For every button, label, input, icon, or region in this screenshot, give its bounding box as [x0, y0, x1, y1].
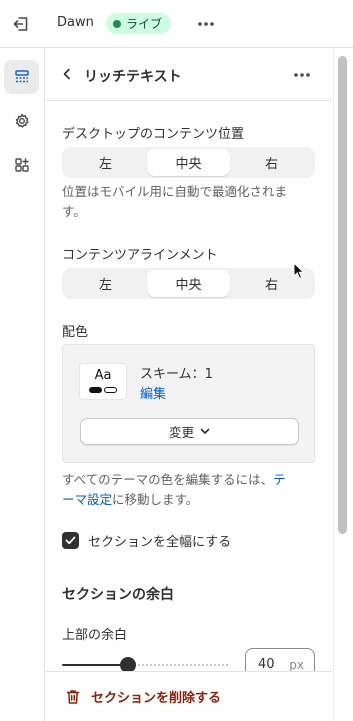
live-badge-label: ライブ [126, 17, 163, 31]
swatch-button-filled [89, 387, 102, 393]
full-width-checkbox[interactable] [62, 531, 79, 549]
alignment-label: コンテンツアラインメント [62, 248, 218, 263]
rail-apps-button[interactable] [4, 148, 39, 182]
sections-icon [14, 70, 29, 83]
live-dot-icon [113, 19, 121, 28]
delete-section-button[interactable]: セクションを削除する [66, 687, 221, 706]
alignment-left[interactable]: 左 [64, 270, 147, 297]
desktop-position-segmented: 左 中央 右 [62, 147, 315, 178]
top-padding-slider[interactable] [62, 657, 228, 673]
alignment-segmented: 左 中央 右 [62, 268, 315, 299]
slider-track-rest [138, 664, 228, 666]
scheme-swatch: Aa [80, 364, 126, 399]
full-width-row: セクションを全幅にする [62, 531, 231, 550]
swatch-sample-text: Aa [94, 368, 112, 383]
top-bar: Dawn ライブ [0, 0, 353, 48]
panel-scrollbar[interactable] [333, 48, 353, 721]
exit-icon [13, 17, 28, 31]
edit-scheme-link[interactable]: 編集 [140, 383, 166, 402]
desktop-position-right[interactable]: 右 [230, 149, 313, 176]
full-width-label[interactable]: セクションを全幅にする [88, 531, 231, 550]
more-horizontal-icon [198, 22, 214, 26]
swatch-button-outline [104, 387, 117, 393]
theme-name: Dawn [57, 15, 94, 30]
trash-icon [66, 689, 80, 704]
desktop-position-center[interactable]: 中央 [147, 149, 230, 176]
desktop-position-help: 位置はモバイル用に自動で最適化されます。 [62, 184, 288, 219]
scheme-name: スキーム：1 [140, 367, 213, 382]
color-scheme-picker: Aa スキーム：1 編集 変更 [62, 344, 315, 463]
rail-settings-button[interactable] [4, 104, 39, 138]
desktop-position-label: デスクトップのコンテンツ位置 [62, 127, 245, 142]
gear-icon [15, 113, 29, 128]
delete-section-label: セクションを削除する [91, 691, 222, 706]
mouse-cursor-icon [293, 262, 305, 280]
section-padding-heading: セクションの余白 [62, 587, 174, 603]
apps-icon [14, 158, 29, 172]
more-horizontal-icon [294, 73, 310, 77]
exit-button[interactable] [10, 13, 32, 35]
scrollbar-thumb[interactable] [338, 56, 347, 534]
theme-settings-help-suffix: に移動します。 [112, 492, 199, 507]
rail-sections-button[interactable] [4, 60, 39, 94]
color-scheme-label: 配色 [62, 325, 89, 340]
desktop-position-left[interactable]: 左 [64, 149, 147, 176]
chevron-left-icon [63, 68, 70, 80]
panel-title: リッチテキスト [84, 69, 182, 85]
theme-more-button[interactable] [195, 13, 217, 35]
checkmark-icon [65, 536, 76, 544]
change-scheme-button[interactable]: 変更 [80, 418, 299, 445]
panel-header: リッチテキスト [46, 48, 332, 101]
panel-footer: セクションを削除する [46, 671, 332, 721]
top-padding-label: 上部の余白 [62, 628, 128, 643]
slider-fill [62, 664, 128, 666]
alignment-center[interactable]: 中央 [147, 270, 230, 297]
theme-settings-help: すべてのテーマの色を編集するには、テーマ設定に移動します。 [62, 470, 287, 510]
live-status-badge: ライブ [106, 13, 172, 34]
left-rail [0, 48, 45, 721]
top-padding-unit: px [289, 658, 304, 672]
top-padding-value: 40 [258, 657, 275, 672]
settings-panel: リッチテキスト デスクトップのコンテンツ位置 左 中央 右 位置はモバイル用に自… [46, 48, 332, 721]
change-scheme-label: 変更 [168, 425, 194, 440]
section-more-button[interactable] [291, 64, 313, 86]
back-button[interactable] [58, 65, 76, 83]
chevron-down-icon [200, 428, 210, 434]
theme-settings-help-prefix: すべてのテーマの色を編集するには、 [62, 472, 274, 487]
